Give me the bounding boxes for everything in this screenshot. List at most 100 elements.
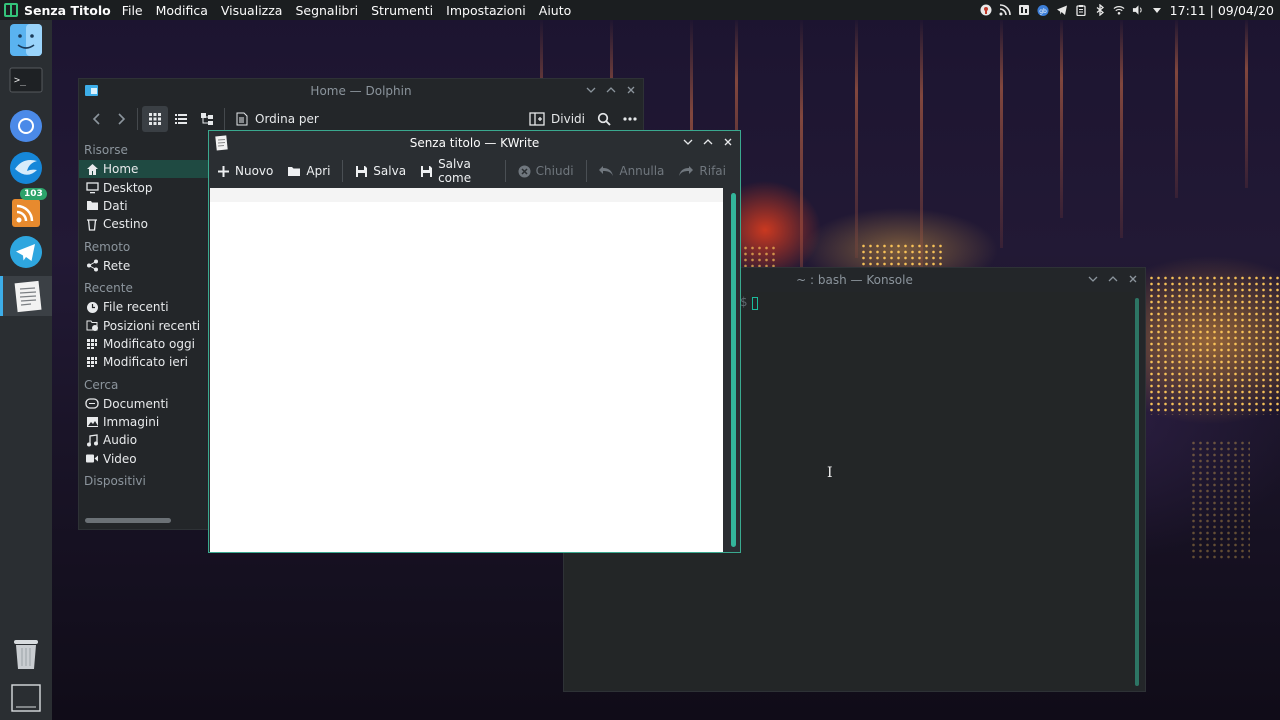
text-editor-area[interactable]: [210, 188, 723, 552]
undo-icon: [598, 165, 614, 177]
save-label: Salva: [373, 164, 407, 178]
menu-visualizza[interactable]: Visualizza: [221, 3, 283, 18]
save-button[interactable]: Salva: [355, 164, 406, 178]
sort-button[interactable]: Ordina per: [229, 106, 325, 132]
chevron-down-icon[interactable]: [1151, 4, 1163, 16]
open-button[interactable]: Apri: [287, 164, 330, 178]
places-panel: Risorse Home Desktop Dati Cestino Remoto Rete R…: [79, 137, 209, 529]
places-scrollbar[interactable]: [85, 518, 171, 523]
terminal-icon[interactable]: >_: [8, 62, 44, 98]
forward-button[interactable]: [109, 106, 133, 132]
redo-button[interactable]: Rifai: [678, 164, 726, 178]
menu-strumenti[interactable]: Strumenti: [371, 3, 433, 18]
places-item-cestino[interactable]: Cestino: [79, 215, 209, 233]
current-line-highlight: [210, 188, 723, 202]
close-icon[interactable]: [625, 83, 637, 97]
new-label: Nuovo: [235, 164, 274, 178]
minimize-icon[interactable]: [585, 83, 597, 97]
kwrite-window: Senza titolo — KWrite Nuovo Apri Salva S…: [208, 130, 741, 553]
places-item-documenti[interactable]: Documenti: [79, 395, 209, 413]
terminal-glyph: >_: [14, 75, 27, 86]
places-item-video[interactable]: Video: [79, 450, 209, 468]
menu-aiuto[interactable]: Aiuto: [539, 3, 572, 18]
desktop-icon[interactable]: [8, 680, 44, 716]
thunderbird-icon[interactable]: [8, 150, 44, 186]
trash-icon[interactable]: [8, 636, 44, 672]
menu-file[interactable]: File: [122, 3, 143, 18]
places-item-label: Rete: [103, 258, 131, 273]
search-button[interactable]: [591, 106, 617, 132]
places-item-posizioni-recenti[interactable]: Posizioni recenti: [79, 316, 209, 334]
dock: >_ 103: [0, 20, 52, 720]
maximize-icon[interactable]: [702, 135, 714, 149]
places-item-file-recenti[interactable]: File recenti: [79, 298, 209, 316]
details-view-button[interactable]: [168, 106, 194, 132]
places-item-immagini[interactable]: Immagini: [79, 413, 209, 431]
places-item-label: Cestino: [103, 217, 148, 232]
network-badge-icon[interactable]: gb: [1037, 4, 1049, 16]
close-document-button[interactable]: Chiudi: [518, 164, 574, 178]
app-menu-icon[interactable]: [4, 3, 18, 17]
split-button[interactable]: Dividi: [523, 106, 591, 132]
clock-icon: [85, 300, 99, 314]
back-button[interactable]: [85, 106, 109, 132]
rss-icon[interactable]: [999, 4, 1011, 16]
minimize-icon[interactable]: [682, 135, 694, 149]
document-icon: [85, 397, 99, 411]
places-item-dati[interactable]: Dati: [79, 197, 209, 215]
places-item-desktop[interactable]: Desktop: [79, 178, 209, 196]
places-item-modificato-oggi[interactable]: Modificato oggi: [79, 335, 209, 353]
close-icon[interactable]: [722, 135, 734, 149]
bluetooth-icon[interactable]: [1094, 4, 1106, 16]
wifi-icon[interactable]: [1113, 4, 1125, 16]
menu-segnalibri[interactable]: Segnalibri: [295, 3, 358, 18]
kwrite-scrollbar[interactable]: [731, 193, 736, 547]
telegram-dock-icon[interactable]: [8, 234, 44, 270]
save-as-icon: [420, 165, 433, 178]
close-icon[interactable]: [1127, 272, 1139, 286]
menu-impostazioni[interactable]: Impostazioni: [446, 3, 526, 18]
konsole-scrollbar[interactable]: [1135, 298, 1139, 686]
icons-view-button[interactable]: [142, 106, 168, 132]
monitor-icon[interactable]: [1018, 4, 1030, 16]
menu-modifica[interactable]: Modifica: [156, 3, 208, 18]
vpn-icon[interactable]: [980, 4, 992, 16]
folder-open-icon: [287, 165, 301, 177]
more-options-icon[interactable]: [617, 106, 643, 132]
image-icon: [85, 415, 99, 429]
save-as-button[interactable]: Salva come: [420, 157, 493, 185]
top-panel: Senza Titolo File Modifica Visualizza Se…: [0, 0, 1280, 20]
redo-label: Rifai: [699, 164, 726, 178]
video-icon: [85, 452, 99, 466]
places-item-modificato-ieri[interactable]: Modificato ieri: [79, 353, 209, 371]
rss-reader-icon[interactable]: 103: [8, 188, 47, 230]
terminal-cursor: [752, 297, 758, 310]
minimize-icon[interactable]: [1087, 272, 1099, 286]
clock[interactable]: 17:11 | 09/04/20: [1170, 3, 1274, 18]
new-button[interactable]: Nuovo: [217, 164, 273, 178]
kwrite-icon[interactable]: [0, 276, 52, 316]
clipboard-icon[interactable]: [1075, 4, 1087, 16]
dolphin-titlebar[interactable]: Home — Dolphin: [79, 79, 643, 103]
places-item-rete[interactable]: Rete: [79, 257, 209, 275]
telegram-icon[interactable]: [1056, 4, 1068, 16]
places-item-audio[interactable]: Audio: [79, 431, 209, 449]
tree-view-button[interactable]: [194, 106, 220, 132]
plus-icon: [217, 165, 230, 178]
kwrite-titlebar[interactable]: Senza titolo — KWrite: [209, 131, 740, 155]
undo-button[interactable]: Annulla: [598, 164, 664, 178]
save-icon: [355, 165, 368, 178]
chromium-icon[interactable]: [8, 108, 44, 144]
finder-icon[interactable]: [8, 22, 44, 58]
system-tray: gb 17:11 | 09/04/20: [980, 3, 1280, 18]
maximize-icon[interactable]: [1107, 272, 1119, 286]
volume-icon[interactable]: [1132, 4, 1144, 16]
places-item-label: Modificato oggi: [103, 336, 195, 351]
recent-places-icon: [85, 319, 99, 333]
close-circle-icon: [518, 165, 531, 178]
maximize-icon[interactable]: [605, 83, 617, 97]
places-item-label: Immagini: [103, 415, 160, 430]
kwrite-app-icon: [214, 135, 229, 151]
kwrite-title: Senza titolo — KWrite: [409, 136, 540, 150]
places-item-home[interactable]: Home: [79, 160, 209, 179]
